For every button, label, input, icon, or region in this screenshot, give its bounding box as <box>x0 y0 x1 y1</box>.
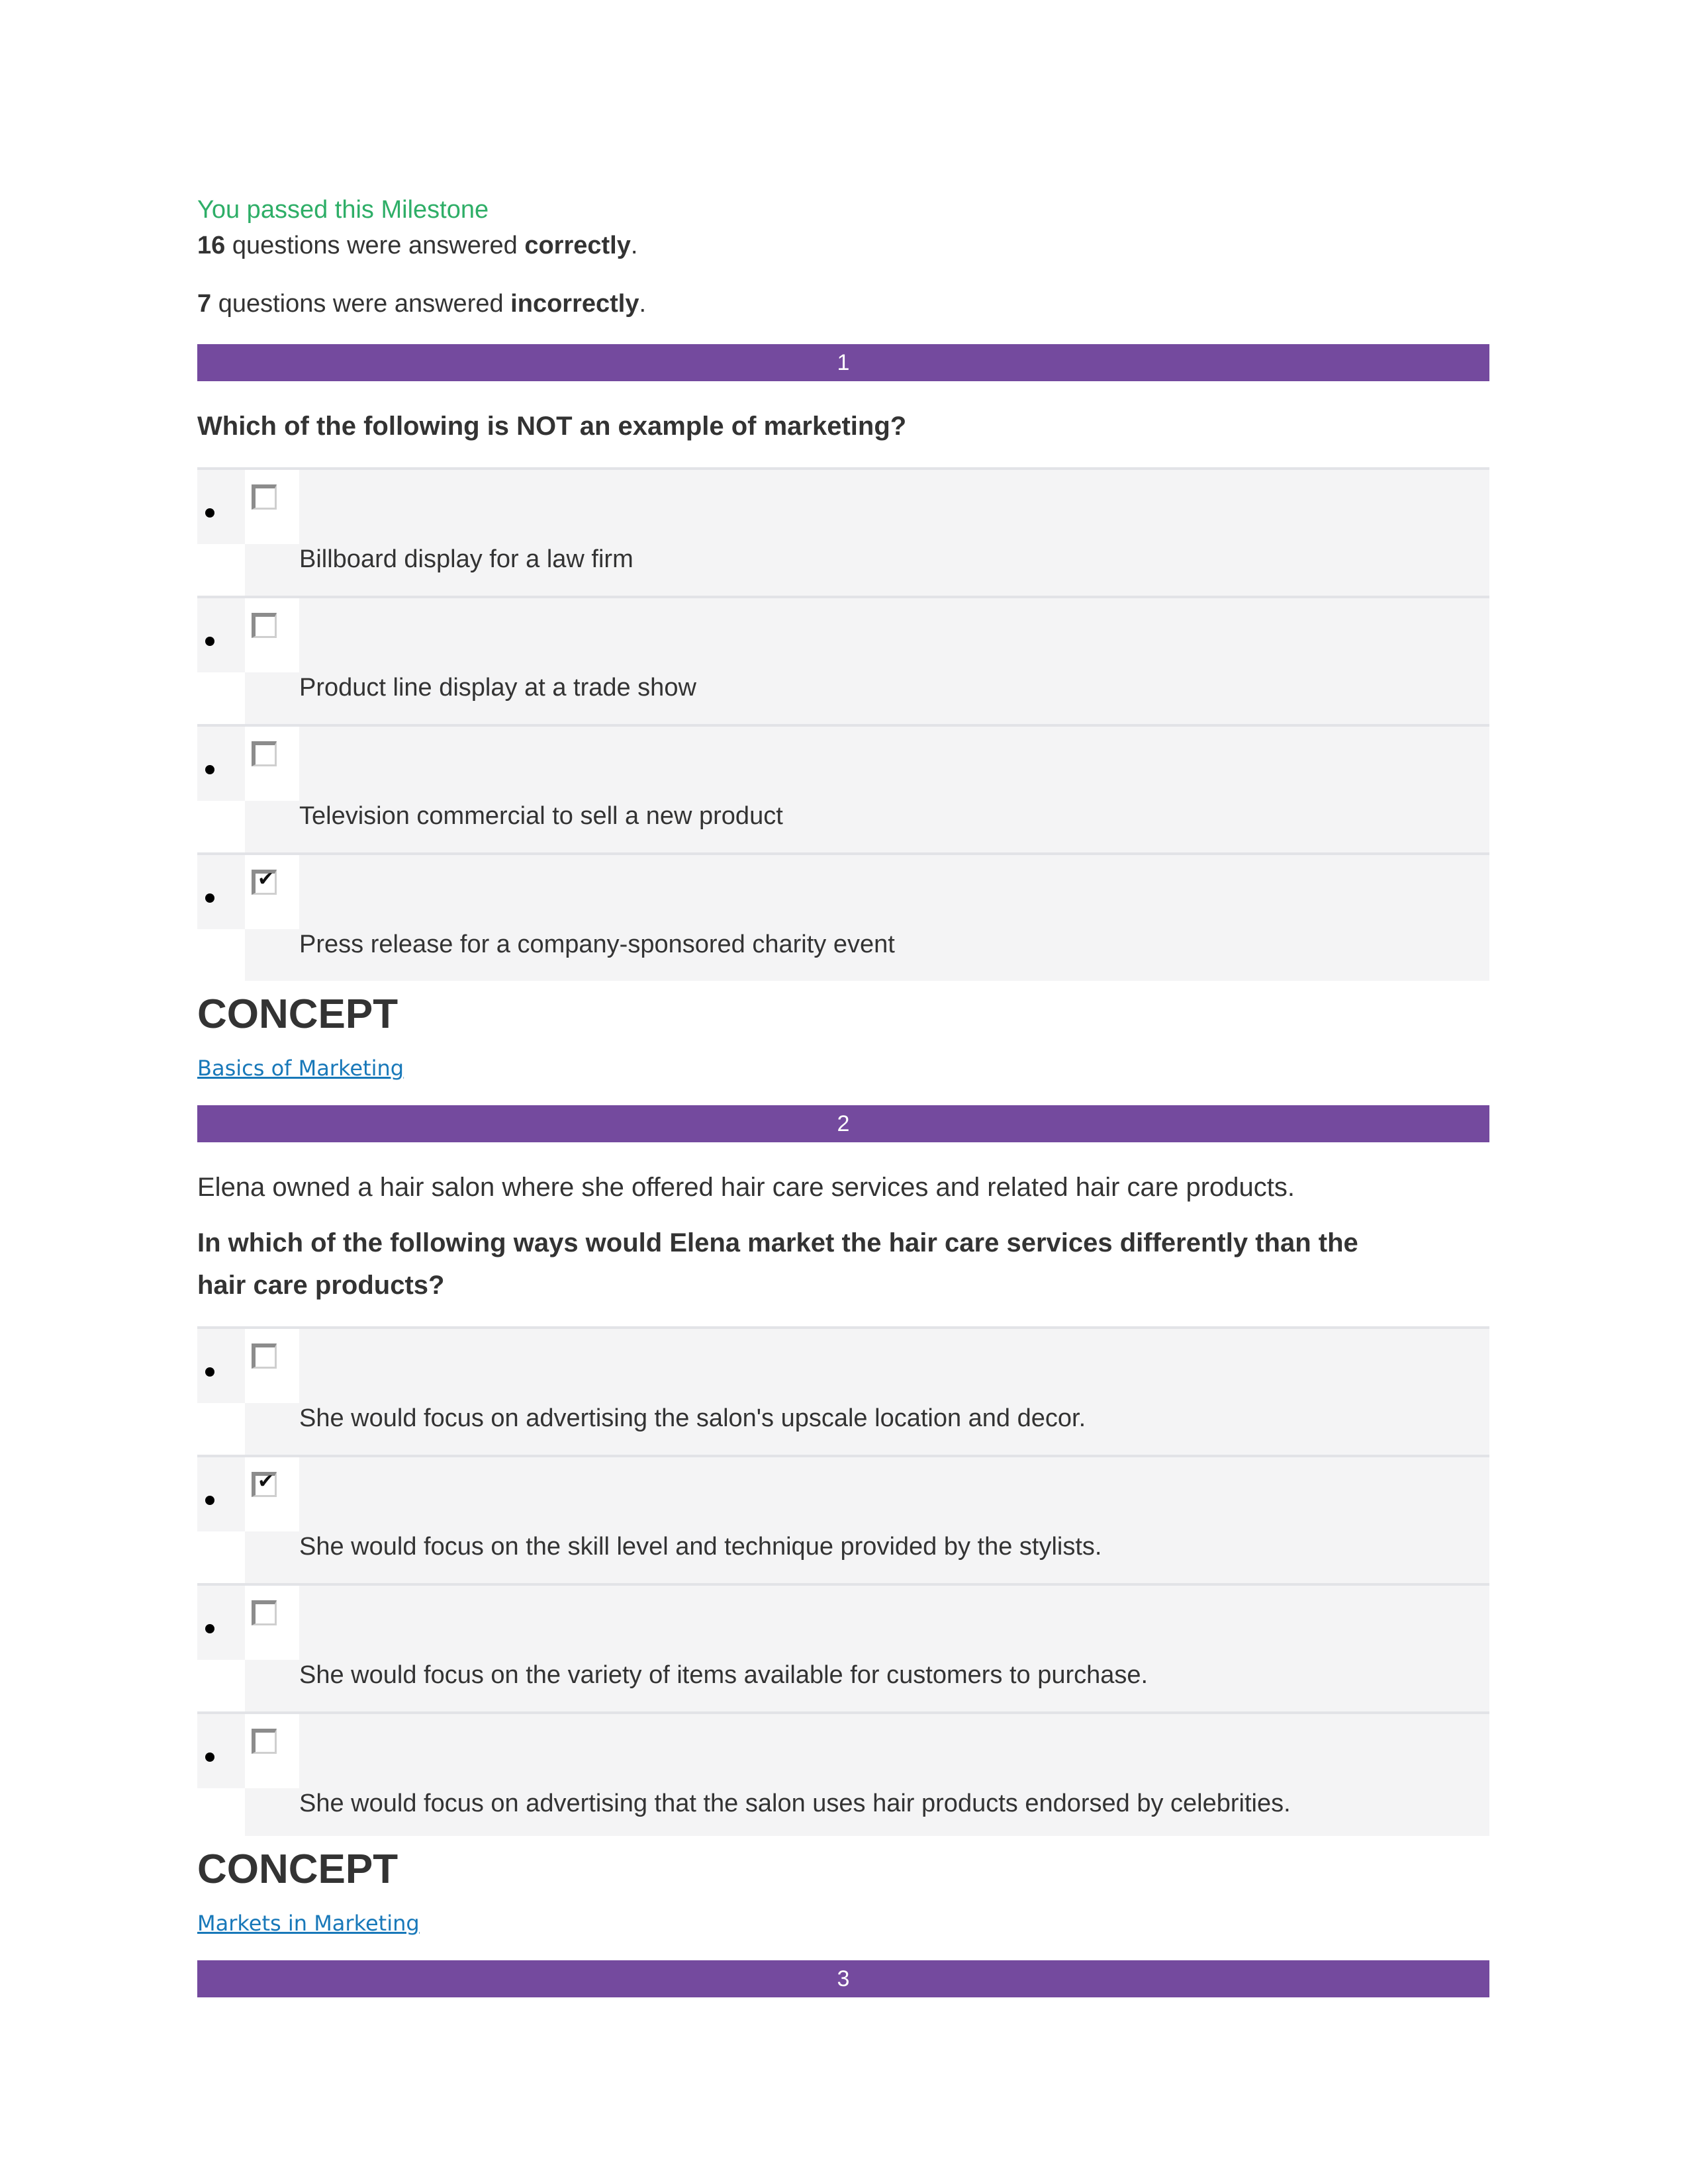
answer-option-label: She would focus on advertising that the … <box>299 1790 1291 1817</box>
answer-option-label: She would focus on the skill level and t… <box>299 1533 1102 1561</box>
answer-option-label: She would focus on the variety of items … <box>299 1661 1149 1689</box>
answer-option[interactable]: She would focus on advertising that the … <box>197 1711 1489 1836</box>
answer-option-label: Press release for a company-sponsored ch… <box>299 931 895 958</box>
milestone-pass-status: You passed this Milestone <box>197 196 489 224</box>
answer-option-label: Billboard display for a law firm <box>299 545 633 573</box>
answer-option-label: Television commercial to sell a new prod… <box>299 802 783 830</box>
concept-heading-1: CONCEPT <box>197 991 399 1037</box>
correct-middle-text: questions were answered <box>225 232 525 259</box>
question-number-banner-1: 1 <box>197 344 1489 381</box>
answer-option[interactable]: Product line display at a trade show <box>197 596 1489 724</box>
correct-answers-line: 16 questions were answered correctly. <box>197 228 1489 263</box>
correct-period: . <box>630 232 638 259</box>
concept-link-markets-in-marketing[interactable]: Markets in Marketing <box>197 1909 420 1938</box>
question-number-banner-3: 3 <box>197 1960 1489 1997</box>
incorrect-keyword: incorrectly <box>510 290 639 318</box>
answer-option-selected[interactable]: ✔ She would focus on the skill level and… <box>197 1455 1489 1583</box>
incorrect-answers-line: 7 questions were answered incorrectly. <box>197 286 1489 322</box>
question-prompt-2: In which of the following ways would Ele… <box>197 1228 1358 1300</box>
answer-option-label: She would focus on advertising the salon… <box>299 1404 1086 1432</box>
answer-option-selected[interactable]: ✔ Press release for a company-sponsored … <box>197 852 1489 981</box>
correct-count: 16 <box>197 232 226 259</box>
question-number-banner-2: 2 <box>197 1105 1489 1142</box>
question-prompt-1: Which of the following is NOT an example… <box>197 412 907 441</box>
answer-option[interactable]: She would focus on advertising the salon… <box>197 1326 1489 1455</box>
correct-keyword: correctly <box>524 232 631 259</box>
incorrect-middle-text: questions were answered <box>211 290 511 318</box>
answer-options-1: Billboard display for a law firm Product… <box>197 467 1489 981</box>
answer-option-label: Product line display at a trade show <box>299 674 696 702</box>
document-page: You passed this Milestone 16 questions w… <box>0 0 1688 2184</box>
answer-option[interactable]: She would focus on the variety of items … <box>197 1583 1489 1711</box>
answer-option[interactable]: Television commercial to sell a new prod… <box>197 724 1489 852</box>
concept-heading-2: CONCEPT <box>197 1846 399 1892</box>
answer-option[interactable]: Billboard display for a law firm <box>197 467 1489 596</box>
incorrect-period: . <box>639 290 647 318</box>
answer-options-2: She would focus on advertising the salon… <box>197 1326 1489 1836</box>
question-scenario-2: Elena owned a hair salon where she offer… <box>197 1173 1295 1202</box>
concept-link-basics-of-marketing[interactable]: Basics of Marketing <box>197 1054 404 1083</box>
incorrect-count: 7 <box>197 290 212 318</box>
milestone-summary: You passed this Milestone 16 questions w… <box>197 192 1489 322</box>
